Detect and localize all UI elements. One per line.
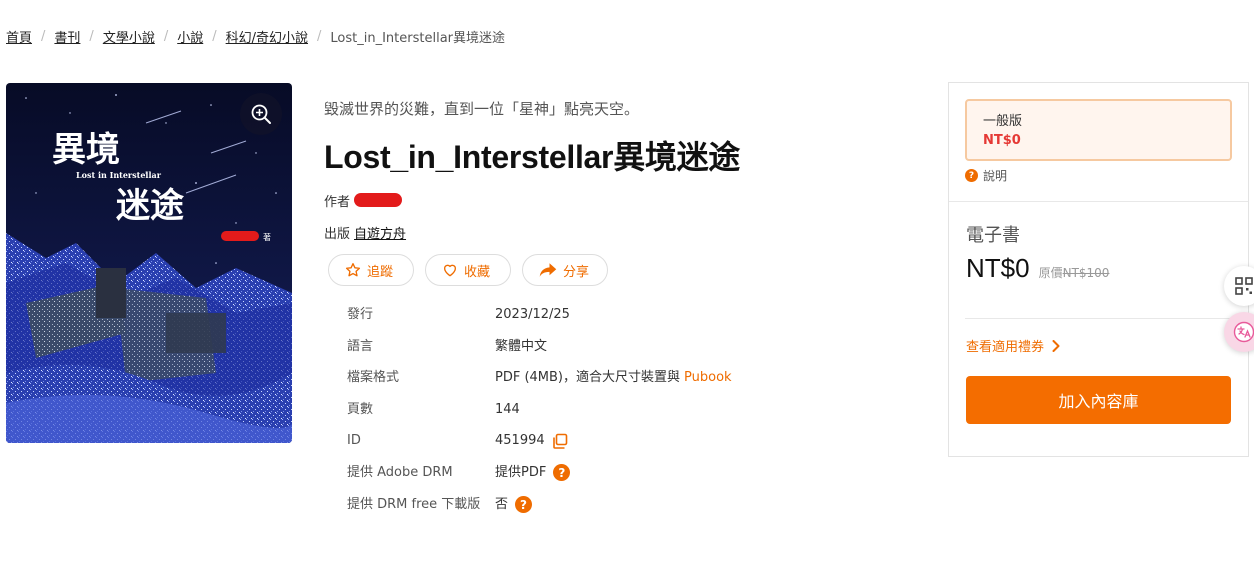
breadcrumb-separator: / [89, 28, 94, 44]
share-button[interactable]: 分享 [522, 254, 608, 286]
cover-subtitle: Lost in Interstellar [76, 170, 162, 180]
book-tagline: 毀滅世界的災難，直到一位「星神」點亮天空。 [324, 100, 640, 118]
publisher-label: 出版 [324, 226, 351, 242]
spec-label: 提供 DRM free 下載版 [347, 496, 481, 512]
explain-link[interactable]: ? 說明 [965, 167, 1007, 184]
original-price: NT$100 [1062, 266, 1110, 280]
follow-label: 追蹤 [367, 264, 394, 280]
copy-icon[interactable] [552, 433, 568, 450]
spec-table: 發行 2023/12/25 語言 繁體中文 檔案格式 PDF (4MB)，適合大… [347, 300, 924, 521]
zoom-button[interactable] [240, 93, 282, 135]
spec-value: 2023/12/25 [495, 307, 570, 322]
format-text: PDF (4MB)，適合大尺寸裝置與 [495, 370, 681, 386]
spec-id: ID 451994 [347, 426, 924, 458]
chevron-right-icon [1052, 339, 1060, 352]
zoom-in-icon [251, 104, 271, 124]
spec-label: 發行 [347, 307, 374, 322]
question-circle-icon: ? [965, 169, 978, 182]
ebook-label: 電子書 [966, 225, 1020, 246]
spec-value: 提供PDF ? [495, 463, 571, 483]
collect-label: 收藏 [464, 264, 491, 280]
spec-label: 檔案格式 [347, 370, 400, 386]
book-info: 毀滅世界的災難，直到一位「星神」點亮天空。 Lost_in_Interstell… [324, 98, 924, 521]
question-circle-icon[interactable]: ? [553, 464, 571, 482]
edition-name: 一般版 [983, 114, 1023, 129]
heart-icon [444, 264, 456, 277]
add-to-library-button[interactable]: 加入內容庫 [966, 376, 1231, 424]
breadcrumb-separator: / [41, 28, 46, 44]
voucher-link[interactable]: 查看適用禮券 [966, 336, 1060, 355]
current-price: NT$0 [966, 253, 1030, 283]
original-price-label: 原價 [1038, 266, 1063, 280]
spec-adobe-drm: 提供 Adobe DRM 提供PDF ? [347, 458, 924, 490]
publisher-link[interactable]: 自遊方舟 [354, 223, 406, 242]
action-buttons: 追蹤 收藏 分享 [328, 254, 924, 286]
follow-button[interactable]: 追蹤 [328, 254, 414, 286]
edition-option-standard[interactable]: 一般版 NT$0 [965, 99, 1232, 161]
divider [965, 318, 1232, 319]
breadcrumb-literature[interactable]: 文學小說 [103, 27, 155, 46]
spec-label: 頁數 [347, 401, 374, 417]
spec-value: 144 [495, 401, 520, 417]
spec-label: 語言 [347, 338, 374, 354]
star-icon [345, 263, 361, 277]
drm-free-value: 否 [495, 496, 509, 512]
spec-value: 451994 [495, 431, 568, 451]
breadcrumb-home[interactable]: 首頁 [6, 27, 32, 46]
cover-title-2: 迷途 [116, 186, 184, 226]
book-cover[interactable]: 異境 Lost in Interstellar 迷途 著 [6, 83, 292, 443]
breadcrumb-separator: / [317, 28, 322, 44]
spec-language: 語言 繁體中文 [347, 332, 924, 364]
breadcrumb-separator: / [163, 28, 169, 44]
share-arrow-icon [539, 263, 557, 277]
cover-art: 異境 Lost in Interstellar 迷途 著 [6, 83, 292, 443]
spec-format: 檔案格式 PDF (4MB)，適合大尺寸裝置與 Pubook [347, 363, 924, 395]
id-value: 451994 [495, 433, 545, 449]
question-circle-icon[interactable]: ? [515, 496, 533, 514]
purchase-panel: 一般版 NT$0 ? 說明 電子書 NT$0 原價 NT$100 查看適用禮券 … [948, 82, 1249, 457]
spec-value: 否 ? [495, 495, 533, 515]
breadcrumb-books[interactable]: 書刊 [54, 27, 80, 46]
translate-icon [1233, 321, 1254, 343]
collect-button[interactable]: 收藏 [425, 254, 511, 286]
breadcrumb: 首頁 / 書刊 / 文學小說 / 小說 / 科幻/奇幻小說 / Lost_in_… [6, 27, 506, 46]
book-title: Lost_in_Interstellar異境迷途 [324, 139, 741, 175]
voucher-label: 查看適用禮券 [966, 340, 1045, 355]
pubook-link[interactable]: Pubook [684, 368, 732, 388]
adobe-drm-value: 提供PDF [495, 464, 547, 480]
explain-label: 說明 [983, 169, 1008, 183]
author-label: 作者 [324, 194, 351, 210]
spec-label: ID [347, 433, 361, 449]
author-line: 作者 [324, 190, 924, 210]
author-redacted[interactable] [354, 193, 403, 207]
spec-drm-free: 提供 DRM free 下載版 否 ? [347, 490, 924, 522]
breadcrumb-separator: / [212, 28, 217, 44]
share-label: 分享 [563, 264, 590, 280]
breadcrumb-current: Lost_in_Interstellar異境迷途 [330, 30, 506, 46]
breadcrumb-novel[interactable]: 小說 [177, 27, 203, 46]
cover-title-1: 異境 [52, 130, 120, 170]
divider [949, 201, 1248, 202]
breadcrumb-scifi[interactable]: 科幻/奇幻小說 [226, 27, 308, 46]
spec-value: PDF (4MB)，適合大尺寸裝置與 Pubook [495, 368, 732, 388]
qr-grid-icon [1235, 277, 1253, 295]
spec-value: 繁體中文 [495, 338, 548, 354]
cover-author-redaction [221, 231, 259, 241]
spec-pages: 頁數 144 [347, 395, 924, 427]
spec-label: 提供 Adobe DRM [347, 464, 453, 480]
price-row: NT$0 原價 NT$100 [966, 253, 1109, 284]
publisher-line: 出版 自遊方舟 [324, 222, 924, 242]
spec-release: 發行 2023/12/25 [347, 300, 924, 332]
edition-price: NT$0 [983, 133, 1021, 148]
cover-author-suffix: 著 [263, 232, 271, 242]
